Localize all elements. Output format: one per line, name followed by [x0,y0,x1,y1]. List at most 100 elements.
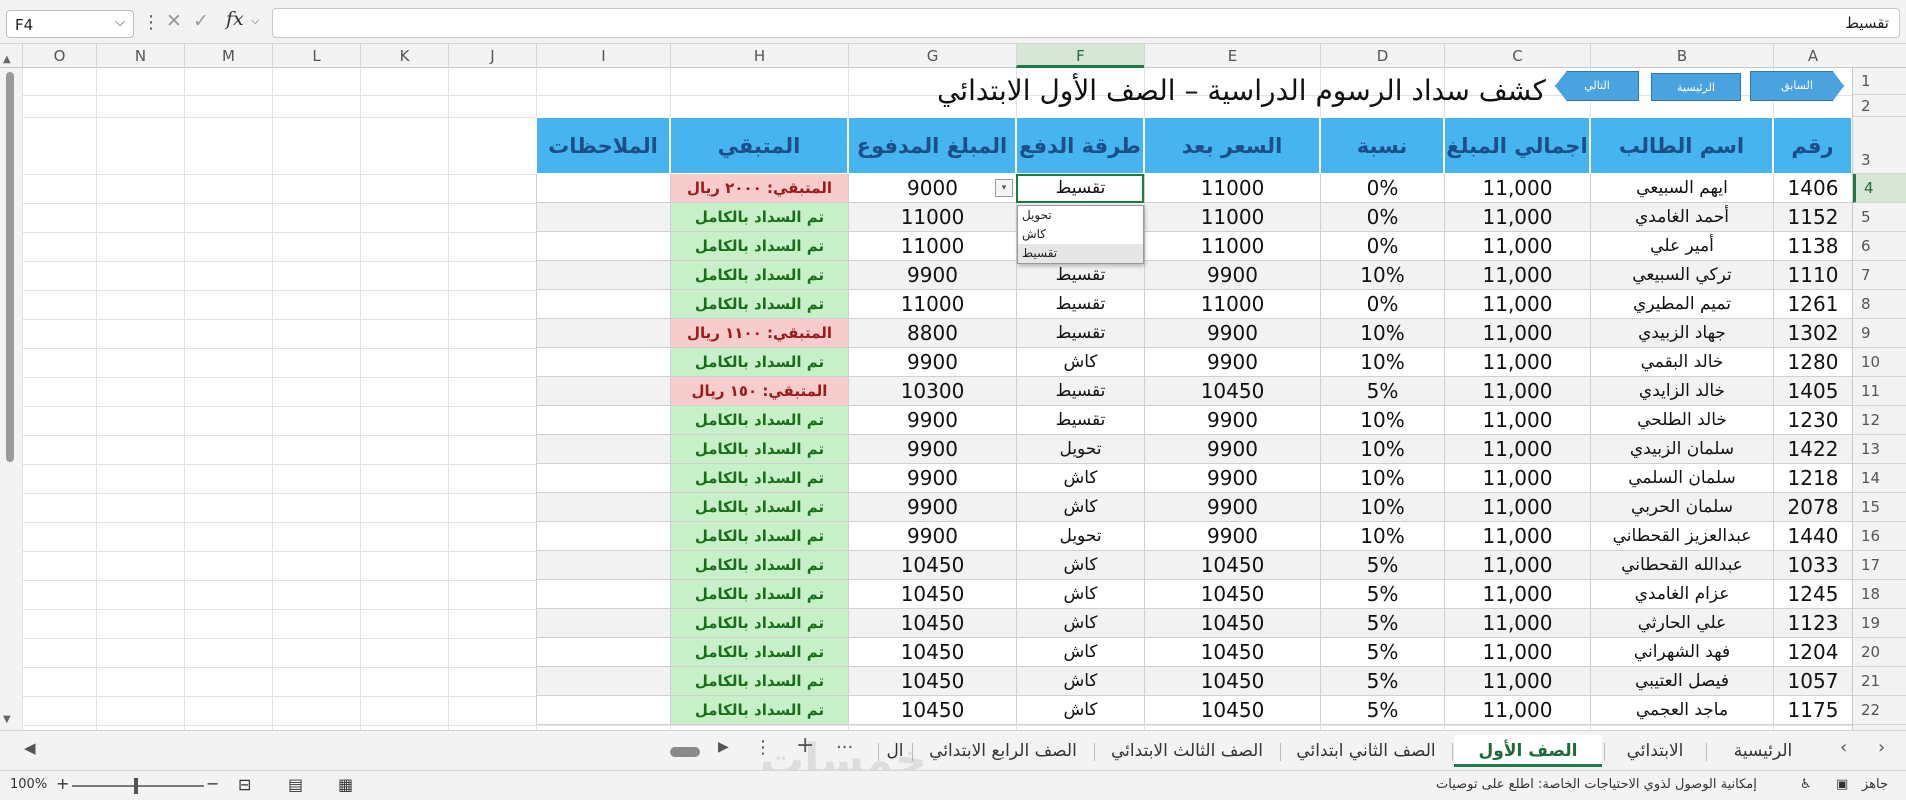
column-header-i[interactable]: I [536,44,670,68]
cell-h22[interactable]: تم السداد بالكامل [670,696,848,725]
table-header-d[interactable]: نسبة الخصم [1320,117,1444,215]
cell-g16[interactable]: 9900 [848,522,1016,551]
row-header-12[interactable]: 12 [1853,406,1906,435]
cell-c16[interactable]: 11,000 [1444,522,1590,551]
page-break-view-icon[interactable]: ⊟ [238,775,251,794]
cell-b18[interactable]: عزام الغامدي [1590,580,1773,609]
cell-c21[interactable]: 11,000 [1444,667,1590,696]
column-header-f[interactable]: F [1016,44,1144,68]
column-header-l[interactable]: L [272,44,360,68]
cell-a10[interactable]: 1280 [1773,348,1852,377]
row-header-8[interactable]: 8 [1853,290,1906,319]
cell-c11[interactable]: 11,000 [1444,377,1590,406]
next-sheet-button[interactable]: التالي [1555,71,1639,101]
cell-h15[interactable]: تم السداد بالكامل [670,493,848,522]
cell-d6[interactable]: 0% [1320,232,1444,261]
cell-b5[interactable]: أحمد الغامدي [1590,203,1773,232]
row-header-18[interactable]: 18 [1853,580,1906,609]
cell-i6[interactable] [536,232,670,261]
chevron-right-icon[interactable]: › [1878,737,1885,758]
cell-f21[interactable]: كاش [1016,667,1144,696]
cell-e4[interactable]: 11000 [1144,174,1320,203]
cell-h19[interactable]: تم السداد بالكامل [670,609,848,638]
cell-f8[interactable]: تقسيط [1016,290,1144,319]
cell-d16[interactable]: 10% [1320,522,1444,551]
cell-a8[interactable]: 1261 [1773,290,1852,319]
cell-b16[interactable]: عبدالعزيز القحطاني [1590,522,1773,551]
formula-input[interactable]: تقسيط [272,8,1900,38]
vertical-scroll-thumb[interactable] [6,72,14,462]
cell-g5[interactable]: 11000 [848,203,1016,232]
cell-a19[interactable]: 1123 [1773,609,1852,638]
cell-f15[interactable]: كاش [1016,493,1144,522]
cell-f10[interactable]: كاش [1016,348,1144,377]
cell-b12[interactable]: خالد الطلحي [1590,406,1773,435]
cell-i16[interactable] [536,522,670,551]
cell-d13[interactable]: 10% [1320,435,1444,464]
column-header-n[interactable]: N [96,44,184,68]
chevron-left-icon[interactable]: ‹ [1840,737,1847,758]
cell-g10[interactable]: 9900 [848,348,1016,377]
cell-h17[interactable]: تم السداد بالكامل [670,551,848,580]
column-header-h[interactable]: H [670,44,848,68]
cell-e20[interactable]: 10450 [1144,638,1320,667]
cell-b11[interactable]: خالد الزايدي [1590,377,1773,406]
cell-h6[interactable]: تم السداد بالكامل [670,232,848,261]
cell-h13[interactable]: تم السداد بالكامل [670,435,848,464]
cell-d17[interactable]: 5% [1320,551,1444,580]
cell-b13[interactable]: سلمان الزبيدي [1590,435,1773,464]
cell-a4[interactable]: 1406 [1773,174,1852,203]
cell-c14[interactable]: 11,000 [1444,464,1590,493]
cell-a16[interactable]: 1440 [1773,522,1852,551]
cell-d20[interactable]: 5% [1320,638,1444,667]
cell-i20[interactable] [536,638,670,667]
cell-g15[interactable]: 9900 [848,493,1016,522]
cell-c9[interactable]: 11,000 [1444,319,1590,348]
row-header-6[interactable]: 6 [1853,232,1906,261]
row-header-16[interactable]: 16 [1853,522,1906,551]
cell-b14[interactable]: سلمان السلمي [1590,464,1773,493]
dropdown-option[interactable]: تحويل [1018,206,1143,225]
accessibility-status[interactable]: إمكانية الوصول لذوي الاحتياجات الخاصة: ا… [1436,777,1757,792]
table-header-e[interactable]: السعر بعد الخصم [1144,117,1320,215]
sheet-tab-1[interactable]: الرئيسية [1708,735,1818,767]
horizontal-scroll-thumb[interactable] [670,747,700,757]
cell-i4[interactable] [536,174,670,203]
cell-f7[interactable]: تقسيط [1016,261,1144,290]
cell-i15[interactable] [536,493,670,522]
cell-d21[interactable]: 5% [1320,667,1444,696]
cell-f11[interactable]: تقسيط [1016,377,1144,406]
cell-b6[interactable]: أمير علي [1590,232,1773,261]
cell-a6[interactable]: 1138 [1773,232,1852,261]
cell-g22[interactable]: 10450 [848,696,1016,725]
cell-f22[interactable]: كاش [1016,696,1144,725]
cell-c17[interactable]: 11,000 [1444,551,1590,580]
cell-i18[interactable] [536,580,670,609]
column-header-j[interactable]: J [448,44,536,68]
sheet-tab-2[interactable]: الابتدائي [1606,735,1704,767]
cell-h12[interactable]: تم السداد بالكامل [670,406,848,435]
cell-e16[interactable]: 9900 [1144,522,1320,551]
cell-c15[interactable]: 11,000 [1444,493,1590,522]
cell-e7[interactable]: 9900 [1144,261,1320,290]
cell-f17[interactable]: كاش [1016,551,1144,580]
cell-h11[interactable]: المتبقي: ١٥٠ ريال [670,377,848,406]
cell-a22[interactable]: 1175 [1773,696,1852,725]
cell-g18[interactable]: 10450 [848,580,1016,609]
chevron-down-icon[interactable]: ⌵ [251,14,259,28]
cell-e22[interactable]: 10450 [1144,696,1320,725]
column-header-m[interactable]: M [184,44,272,68]
cell-c13[interactable]: 11,000 [1444,435,1590,464]
previous-sheet-button[interactable]: السابق [1750,71,1844,101]
cell-b15[interactable]: سلمان الحربي [1590,493,1773,522]
cell-c18[interactable]: 11,000 [1444,580,1590,609]
cell-i22[interactable] [536,696,670,725]
cell-d8[interactable]: 0% [1320,290,1444,319]
sheet-tab-3[interactable]: الصف الأول ابتدائي [1454,735,1602,793]
column-header-b[interactable]: B [1590,44,1773,68]
cell-d12[interactable]: 10% [1320,406,1444,435]
row-header-3[interactable]: 3 [1853,117,1906,174]
cell-h14[interactable]: تم السداد بالكامل [670,464,848,493]
cell-g20[interactable]: 10450 [848,638,1016,667]
cell-a20[interactable]: 1204 [1773,638,1852,667]
